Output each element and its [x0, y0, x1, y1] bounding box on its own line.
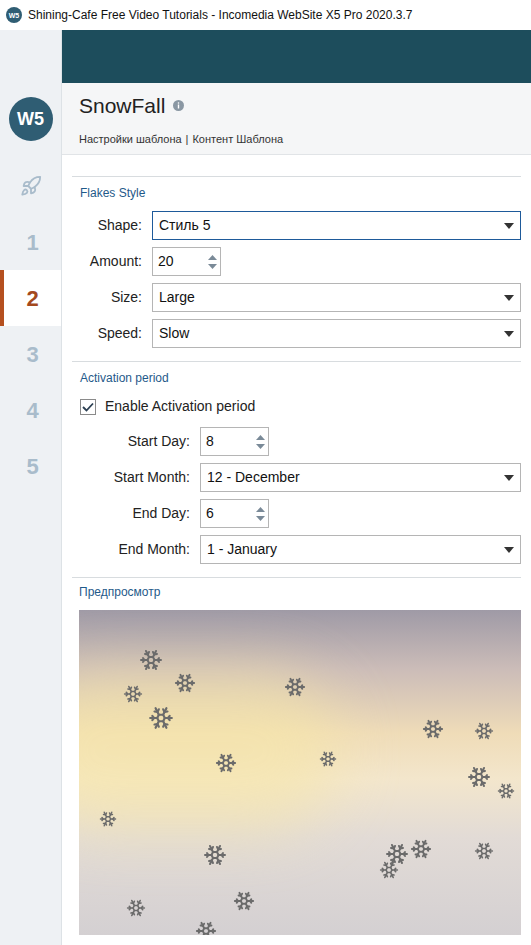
snowflake-icon	[203, 843, 227, 867]
select-field[interactable]: Стиль 5	[152, 211, 521, 240]
header-link[interactable]: Настройки шаблона	[79, 131, 182, 148]
spin-up-icon[interactable]	[256, 507, 265, 512]
app-window: W5 Shining-Cafe Free Video Tutorials - In…	[0, 0, 531, 945]
sidebar-item[interactable]	[0, 158, 61, 214]
spin-down-icon[interactable]	[208, 264, 217, 269]
dropdown-arrow-icon	[504, 475, 514, 481]
form-row: Start Day: 8	[90, 427, 521, 456]
snowflake-icon	[474, 721, 494, 741]
snowflake-icon	[410, 838, 432, 860]
spin-down-icon[interactable]	[256, 444, 265, 449]
preview-image	[79, 610, 521, 935]
spinner-field[interactable]: 20	[152, 247, 221, 276]
field-label: Speed:	[80, 323, 142, 344]
dropdown-arrow-icon	[504, 331, 514, 337]
snowflake-icon	[497, 782, 515, 800]
field-label: Amount:	[80, 251, 142, 272]
snowflake-icon	[148, 705, 174, 731]
snowflake-icon	[139, 648, 163, 672]
sidebar-item[interactable]: 2	[0, 270, 61, 326]
snowflake-icon	[474, 841, 494, 861]
logo[interactable]: W5	[9, 97, 53, 141]
snowflake-icon	[195, 920, 217, 935]
form-section: Activation period Enable Activation perio…	[72, 361, 521, 577]
spin-up-icon[interactable]	[208, 255, 217, 260]
sidebar-item[interactable]: 5	[0, 438, 61, 494]
title-bar: W5 Shining-Cafe Free Video Tutorials - In…	[0, 0, 531, 30]
snowflake-icon	[379, 860, 399, 880]
form-row: Start Month: 12 - December	[90, 463, 521, 492]
form-row: Size: Large	[80, 283, 521, 312]
sidebar-item[interactable]: 3	[0, 326, 61, 382]
page-header: SnowFall Настройки шаблона|Контент Шаблон…	[62, 83, 531, 155]
field-label: Start Day:	[90, 431, 190, 452]
app-icon: W5	[6, 7, 22, 23]
select-field[interactable]: 12 - December	[200, 463, 521, 492]
top-band	[62, 30, 531, 83]
field-label: Start Month:	[90, 467, 190, 488]
field-label: End Day:	[90, 503, 190, 524]
select-field[interactable]: Large	[152, 283, 521, 312]
spin-up-icon[interactable]	[256, 435, 265, 440]
sidebar-item[interactable]: 1	[0, 214, 61, 270]
check-icon	[82, 402, 94, 412]
window-title: Shining-Cafe Free Video Tutorials - Inco…	[28, 6, 412, 24]
rocket-icon[interactable]	[20, 175, 42, 197]
checkbox-row[interactable]: Enable Activation period	[80, 396, 521, 417]
field-label: Shape:	[80, 215, 142, 236]
spinner-field[interactable]: 8	[200, 427, 269, 456]
form-section: Flakes Style Shape: Стиль 5 Amount: 20 Size: L…	[72, 176, 521, 361]
dropdown-arrow-icon	[504, 223, 514, 229]
separator: |	[186, 131, 189, 148]
spinner-field[interactable]: 6	[200, 499, 269, 528]
checkbox[interactable]	[80, 399, 96, 415]
dropdown-arrow-icon	[504, 547, 514, 553]
snowflake-icon	[319, 750, 337, 768]
snowflake-icon	[215, 752, 237, 774]
snowflake-icon	[467, 765, 491, 789]
snowflake-icon	[126, 898, 146, 918]
snowflake-icon	[284, 676, 306, 698]
form-row: Speed: Slow	[80, 319, 521, 348]
sidebar: W5 12345	[0, 30, 62, 945]
form-row: Shape: Стиль 5	[80, 211, 521, 240]
snowflake-icon	[174, 672, 196, 694]
section-title: Flakes Style	[80, 184, 521, 202]
preview-section: Предпросмотр	[72, 577, 521, 935]
spin-down-icon[interactable]	[256, 516, 265, 521]
field-label: Size:	[80, 287, 142, 308]
form-row: End Day: 6	[90, 499, 521, 528]
select-field[interactable]: Slow	[152, 319, 521, 348]
snowflake-icon	[422, 718, 444, 740]
snowflake-icon	[123, 684, 143, 704]
field-label: End Month:	[90, 539, 190, 560]
form-row: Amount: 20	[80, 247, 521, 276]
snowflake-icon	[385, 842, 409, 866]
dropdown-arrow-icon	[504, 295, 514, 301]
section-title: Activation period	[80, 369, 521, 387]
content: Flakes Style Shape: Стиль 5 Amount: 20 Size: L…	[62, 155, 531, 945]
section-title: Предпросмотр	[79, 583, 521, 601]
form-row: End Month: 1 - January	[90, 535, 521, 564]
header-link[interactable]: Контент Шаблона	[192, 131, 283, 148]
snowflake-icon	[99, 810, 117, 828]
page-title: SnowFall	[79, 90, 165, 122]
info-icon[interactable]	[173, 100, 184, 111]
sidebar-item[interactable]: 4	[0, 382, 61, 438]
snowflake-icon	[233, 890, 255, 912]
select-field[interactable]: 1 - January	[200, 535, 521, 564]
